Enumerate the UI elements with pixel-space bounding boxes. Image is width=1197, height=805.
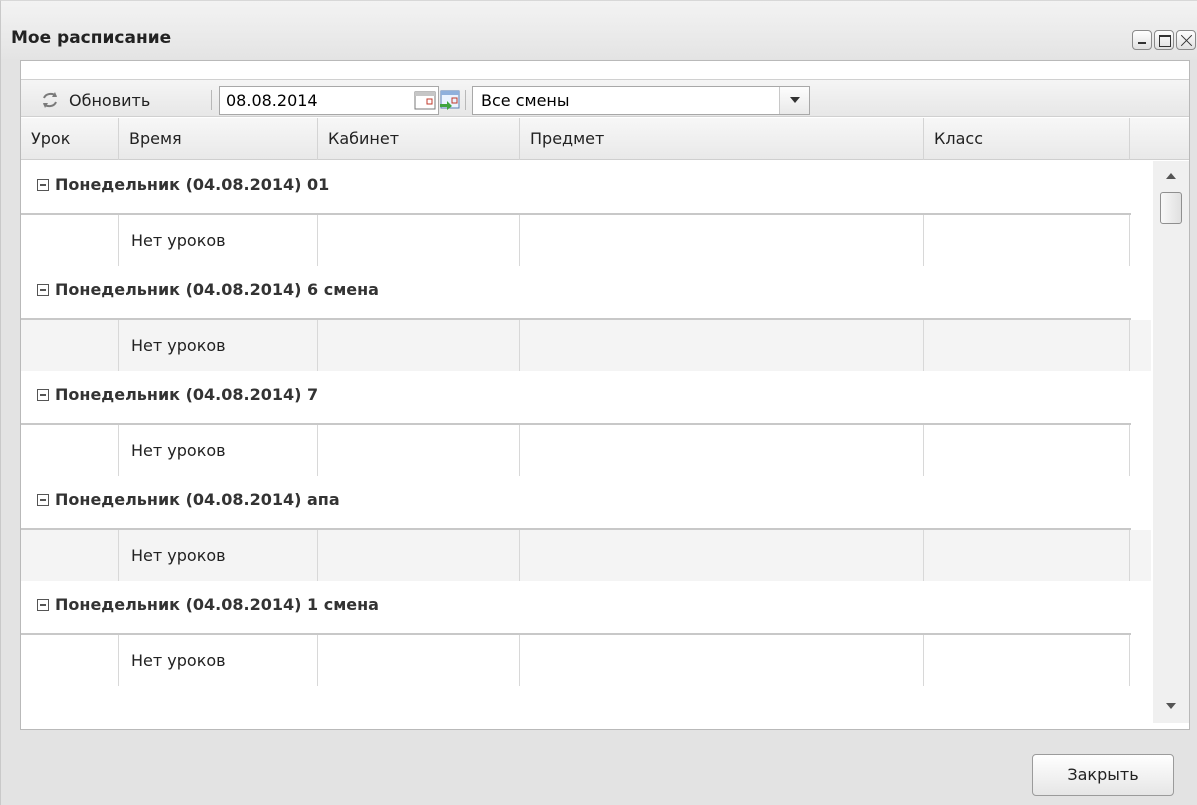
scrollbar-thumb[interactable] (1160, 192, 1182, 224)
cell-lesson (21, 635, 119, 686)
cell-subject (520, 215, 924, 266)
scroll-up-icon[interactable] (1166, 173, 1176, 179)
table-row[interactable]: Нет уроков (21, 425, 1151, 476)
scroll-down-icon[interactable] (1166, 703, 1176, 709)
grid-body: Понедельник (04.08.2014) 01 Нет уроков П… (21, 161, 1151, 723)
cell-room (318, 635, 520, 686)
table-row[interactable]: Нет уроков (21, 530, 1151, 581)
group-title: Понедельник (04.08.2014) 1 смена (55, 595, 379, 614)
date-field[interactable]: 08.08.2014 (219, 86, 439, 115)
cell-lesson (21, 215, 119, 266)
cell-time: Нет уроков (119, 215, 318, 266)
group-row[interactable]: Понедельник (04.08.2014) 6 смена (21, 266, 1151, 320)
shift-select[interactable]: Все смены (472, 86, 810, 115)
today-icon[interactable] (439, 90, 461, 110)
close-icon[interactable] (1176, 30, 1196, 50)
window-titlebar[interactable]: Мое расписание (1, 1, 1197, 59)
cell-room (318, 530, 520, 581)
cell-room (318, 320, 520, 371)
cell-class (924, 425, 1130, 476)
cell-time: Нет уроков (119, 320, 318, 371)
cell-class (924, 215, 1130, 266)
cell-lesson (21, 320, 119, 371)
cell-lesson (21, 530, 119, 581)
grid-header: Урок Время Кабинет Предмет Класс (21, 118, 1189, 160)
group-row[interactable]: Понедельник (04.08.2014) апа (21, 476, 1151, 530)
cell-class (924, 320, 1130, 371)
schedule-panel: Обновить 08.08.2014 Все смены Урок Время… (20, 60, 1190, 730)
cell-subject (520, 320, 924, 371)
toolbar: Обновить 08.08.2014 Все смены (21, 79, 1189, 117)
column-header-room[interactable]: Кабинет (318, 118, 520, 160)
group-title: Понедельник (04.08.2014) 6 смена (55, 280, 379, 299)
close-button[interactable]: Закрыть (1032, 754, 1174, 796)
collapse-icon[interactable] (37, 283, 49, 296)
column-header-time[interactable]: Время (119, 118, 318, 160)
chevron-down-icon[interactable] (779, 87, 809, 114)
cell-subject (520, 635, 924, 686)
group-row[interactable]: Понедельник (04.08.2014) 1 смена (21, 581, 1151, 635)
cell-room (318, 215, 520, 266)
collapse-icon[interactable] (37, 598, 49, 611)
cell-time: Нет уроков (119, 425, 318, 476)
group-title: Понедельник (04.08.2014) 7 (55, 385, 319, 404)
shift-select-value: Все смены (481, 91, 570, 110)
cell-time: Нет уроков (119, 530, 318, 581)
cell-subject (520, 530, 924, 581)
table-row[interactable]: Нет уроков (21, 320, 1151, 371)
column-header-subject[interactable]: Предмет (520, 118, 924, 160)
window-tools (1130, 30, 1196, 50)
refresh-button[interactable]: Обновить (39, 88, 150, 112)
group-header: Понедельник (04.08.2014) 1 смена (37, 595, 379, 614)
maximize-icon[interactable] (1154, 30, 1174, 50)
minimize-icon[interactable] (1132, 30, 1152, 50)
group-title: Понедельник (04.08.2014) 01 (55, 175, 330, 194)
cell-room (318, 425, 520, 476)
toolbar-separator (465, 90, 466, 110)
column-header-lesson[interactable]: Урок (21, 118, 119, 160)
group-header: Понедельник (04.08.2014) 7 (37, 385, 318, 404)
collapse-icon[interactable] (37, 493, 49, 506)
group-header: Понедельник (04.08.2014) апа (37, 490, 340, 509)
group-title: Понедельник (04.08.2014) апа (55, 490, 340, 509)
collapse-icon[interactable] (37, 388, 49, 401)
window-title: Мое расписание (11, 28, 172, 48)
refresh-icon (43, 92, 57, 108)
cell-lesson (21, 425, 119, 476)
group-header: Понедельник (04.08.2014) 01 (37, 175, 329, 194)
schedule-window: Мое расписание Обновить 08.08.2014 Все с… (0, 0, 1197, 805)
cell-subject (520, 425, 924, 476)
cell-time: Нет уроков (119, 635, 318, 686)
column-header-class[interactable]: Класс (924, 118, 1130, 160)
cell-class (924, 530, 1130, 581)
toolbar-separator (211, 90, 212, 110)
group-header: Понедельник (04.08.2014) 6 смена (37, 280, 379, 299)
table-row[interactable]: Нет уроков (21, 635, 1151, 686)
calendar-icon[interactable] (414, 90, 436, 110)
cell-class (924, 635, 1130, 686)
refresh-label: Обновить (69, 90, 151, 110)
group-row[interactable]: Понедельник (04.08.2014) 01 (21, 161, 1151, 215)
vertical-scrollbar[interactable] (1153, 161, 1189, 723)
table-row[interactable]: Нет уроков (21, 215, 1151, 266)
group-row[interactable]: Понедельник (04.08.2014) 7 (21, 371, 1151, 425)
collapse-icon[interactable] (37, 178, 49, 191)
